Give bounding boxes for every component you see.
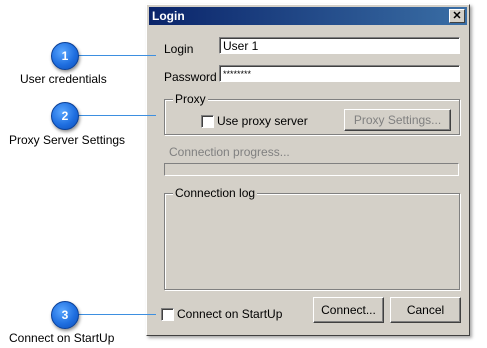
connect-button[interactable]: Connect...	[313, 297, 384, 323]
title-bar[interactable]: Login ✕	[149, 7, 467, 25]
login-label: Login	[164, 42, 194, 56]
use-proxy-checkbox[interactable]	[201, 115, 214, 128]
cancel-button[interactable]: Cancel	[390, 297, 461, 323]
proxy-groupbox: Proxy Use proxy server Proxy Settings...	[164, 92, 460, 135]
callout-3-badge: 3	[51, 301, 79, 329]
callout-number: 3	[61, 308, 69, 322]
connect-on-startup-label[interactable]: Connect on StartUp	[177, 307, 282, 321]
connect-on-startup-checkbox[interactable]	[161, 308, 174, 321]
login-dialog: Login ✕ Login User 1 Password ******** P…	[146, 4, 470, 336]
callout-2-label: Proxy Server Settings	[9, 133, 126, 147]
callout-number: 2	[61, 109, 69, 123]
use-proxy-label[interactable]: Use proxy server	[217, 114, 308, 128]
callout-1-badge: 1	[51, 42, 79, 70]
dialog-title: Login	[152, 9, 185, 23]
connection-log-groupbox: Connection log	[164, 186, 460, 290]
callout-3-label: Connect on StartUp	[9, 331, 115, 345]
callout-number: 1	[61, 49, 69, 63]
proxy-settings-button[interactable]: Proxy Settings...	[344, 109, 451, 131]
connection-progress-label: Connection progress...	[169, 145, 290, 159]
proxy-group-title: Proxy	[173, 92, 208, 106]
callout-3-connector	[78, 314, 156, 315]
close-button[interactable]: ✕	[449, 9, 465, 23]
callout-1-connector	[78, 55, 156, 56]
connection-log-title: Connection log	[173, 186, 258, 200]
close-icon: ✕	[452, 10, 462, 22]
callout-2-connector	[78, 115, 156, 116]
callout-2-badge: 2	[51, 102, 79, 130]
password-input[interactable]: ********	[219, 65, 460, 82]
connection-progress-bar	[164, 163, 459, 176]
login-input[interactable]: User 1	[219, 37, 460, 54]
password-label: Password	[164, 70, 217, 84]
callout-1-label: User credentials	[20, 72, 107, 86]
